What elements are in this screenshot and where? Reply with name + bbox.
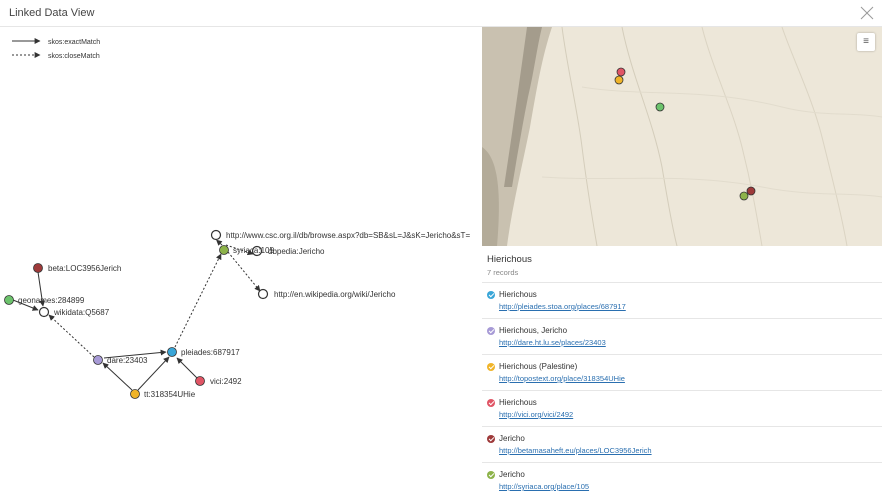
edge-pleiades-syriaca bbox=[174, 253, 222, 348]
node-label: http://www.csc.org.il/db/browse.aspx?db=… bbox=[226, 231, 470, 240]
record-title: Jericho bbox=[487, 434, 882, 443]
legend-label: skos:closeMatch bbox=[48, 53, 100, 60]
check-circle-icon bbox=[487, 290, 495, 299]
node-label: dbpedia:Jericho bbox=[268, 247, 325, 256]
edge-syriaca-csc bbox=[216, 239, 223, 246]
graph-node-pleiades[interactable]: pleiades:687917 bbox=[167, 347, 241, 358]
edge-syriaca-wikipedia bbox=[227, 251, 261, 292]
record-count: 7 records bbox=[487, 268, 519, 277]
record-title-text: Jericho bbox=[499, 434, 525, 443]
window-title: Linked Data View bbox=[9, 7, 95, 19]
map-view[interactable]: ≡ bbox=[482, 27, 882, 246]
edge-dare-wikidata bbox=[48, 314, 95, 358]
graph-panel: skos:exactMatch skos:closeMatch http://w bbox=[0, 27, 482, 498]
record-item: Jericho http://betamasaheft.eu/places/LO… bbox=[482, 427, 882, 463]
legend-close-match: skos:closeMatch bbox=[12, 52, 100, 60]
map-marker-beta[interactable] bbox=[746, 186, 756, 196]
record-title-text: Jericho bbox=[499, 470, 525, 479]
hamburger-icon[interactable]: ≡ bbox=[857, 33, 875, 51]
graph-node-dare[interactable]: dare:23403 bbox=[93, 355, 149, 366]
legend: skos:exactMatch skos:closeMatch bbox=[12, 38, 100, 60]
record-link[interactable]: http://syriaca.org/place/105 bbox=[499, 482, 882, 491]
map-marker-syriaca[interactable] bbox=[739, 191, 749, 201]
record-item: Hierichous http://vici.org/vici/2492 bbox=[482, 391, 882, 427]
map-marker-vici[interactable] bbox=[616, 67, 626, 77]
record-title: Hierichous bbox=[487, 398, 882, 407]
check-circle-icon bbox=[487, 362, 495, 371]
record-link[interactable]: http://dare.ht.lu.se/places/23403 bbox=[499, 338, 882, 347]
records-panel: Hierichous 7 records Hierichous http://p… bbox=[482, 246, 882, 498]
graph-canvas: skos:exactMatch skos:closeMatch http://w bbox=[4, 38, 471, 400]
graph-node-tt[interactable]: tt:318354UHie bbox=[130, 389, 196, 400]
record-link[interactable]: http://betamasaheft.eu/places/LOC3956Jer… bbox=[499, 446, 882, 455]
record-title: Hierichous (Palestine) bbox=[487, 362, 882, 371]
record-item: Hierichous http://pleiades.stoa.org/plac… bbox=[482, 283, 882, 319]
record-title: Hierichous bbox=[487, 290, 882, 299]
node-label: tt:318354UHie bbox=[144, 390, 196, 399]
window-titlebar: Linked Data View bbox=[0, 0, 882, 27]
graph-node-vici[interactable]: vici:2492 bbox=[195, 376, 243, 387]
check-circle-icon bbox=[487, 434, 495, 443]
record-link[interactable]: http://topostext.org/place/318354UHie bbox=[499, 374, 882, 383]
record-title: Hierichous, Jericho bbox=[487, 326, 882, 335]
record-title-text: Hierichous, Jericho bbox=[499, 326, 568, 335]
node-label: syriaca:105 bbox=[233, 246, 274, 255]
node-label: beta:LOC3956Jerich bbox=[48, 264, 121, 273]
node-label: vici:2492 bbox=[210, 377, 242, 386]
node-label: pleiades:687917 bbox=[181, 348, 240, 357]
record-item: Jericho http://syriaca.org/place/105 bbox=[482, 463, 882, 498]
node-label: wikidata:Q5687 bbox=[53, 308, 110, 317]
graph-node-wikipedia[interactable]: http://en.wikipedia.org/wiki/Jericho bbox=[257, 288, 396, 300]
record-title-text: Hierichous bbox=[499, 290, 537, 299]
record-title: Jericho bbox=[487, 470, 882, 479]
graph-edges bbox=[12, 239, 261, 391]
graph-node-csc[interactable]: http://www.csc.org.il/db/browse.aspx?db=… bbox=[210, 229, 471, 241]
record-item: Hierichous (Palestine) http://topostext.… bbox=[482, 355, 882, 391]
check-circle-icon bbox=[487, 470, 495, 479]
edge-vici-pleiades bbox=[176, 357, 198, 379]
map-marker-tt[interactable] bbox=[614, 75, 624, 85]
node-label: geonames:284899 bbox=[18, 296, 85, 305]
legend-exact-match: skos:exactMatch bbox=[12, 38, 100, 46]
node-label: http://en.wikipedia.org/wiki/Jericho bbox=[274, 290, 396, 299]
check-circle-icon bbox=[487, 326, 495, 335]
check-circle-icon bbox=[487, 398, 495, 407]
record-link[interactable]: http://pleiades.stoa.org/places/687917 bbox=[499, 302, 882, 311]
map-markers bbox=[614, 67, 756, 201]
graph-node-syriaca[interactable]: syriaca:105 bbox=[219, 245, 275, 256]
graph-node-geonames[interactable]: geonames:284899 bbox=[4, 295, 85, 306]
record-title-text: Hierichous bbox=[499, 398, 537, 407]
graph-node-beta[interactable]: beta:LOC3956Jerich bbox=[33, 263, 122, 274]
record-item: Hierichous, Jericho http://dare.ht.lu.se… bbox=[482, 319, 882, 355]
node-label: dare:23403 bbox=[107, 356, 148, 365]
edge-tt-dare bbox=[102, 362, 133, 391]
record-title-text: Hierichous (Palestine) bbox=[499, 362, 578, 371]
map-marker-geonames[interactable] bbox=[655, 102, 665, 112]
panel-title: Hierichous bbox=[487, 254, 532, 265]
legend-label: skos:exactMatch bbox=[48, 39, 100, 46]
record-link[interactable]: http://vici.org/vici/2492 bbox=[499, 410, 882, 419]
panel-header: Hierichous 7 records bbox=[482, 246, 882, 283]
close-icon[interactable] bbox=[858, 4, 876, 22]
